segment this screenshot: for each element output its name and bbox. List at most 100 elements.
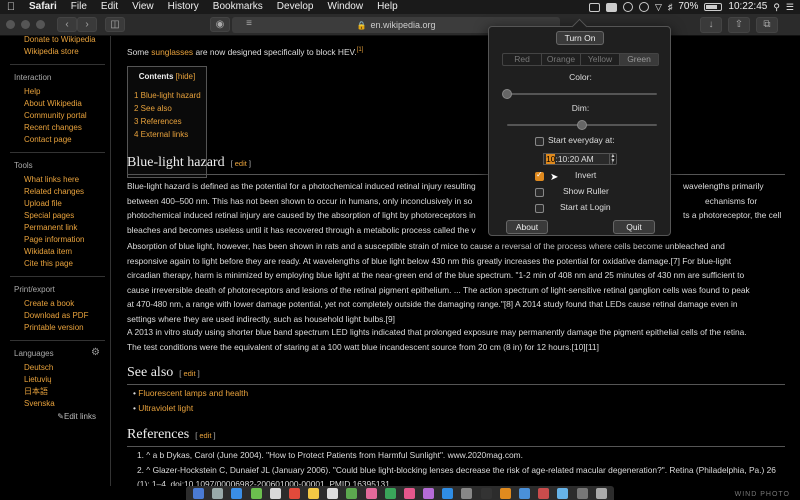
menu-help[interactable]: Help xyxy=(370,0,405,14)
color-orange[interactable]: Orange xyxy=(542,54,581,65)
finder-icon[interactable] xyxy=(193,487,205,499)
notes-icon[interactable] xyxy=(308,487,320,499)
color-yellow[interactable]: Yellow xyxy=(581,54,620,65)
tabs-button[interactable]: ⧉ xyxy=(756,17,778,33)
link-ultraviolet[interactable]: Ultraviolet light xyxy=(138,403,193,413)
sidebar-lang-deutsch[interactable]: Deutsch xyxy=(24,362,110,374)
color-slider-knob[interactable] xyxy=(502,89,512,99)
sidebar-link-about[interactable]: About Wikipedia xyxy=(24,98,110,110)
menu-history[interactable]: History xyxy=(161,0,206,14)
reference-item[interactable]: (1): 1–4. doi:10.1097/00006982-200601000… xyxy=(137,477,797,486)
edit-links[interactable]: ✎Edit links xyxy=(0,412,110,421)
sidebar-link-permanent[interactable]: Permanent link xyxy=(24,222,110,234)
menu-window[interactable]: Window xyxy=(321,0,371,14)
menu-view[interactable]: View xyxy=(125,0,161,14)
sidebar-link-contact[interactable]: Contact page xyxy=(24,134,110,146)
launchpad-icon[interactable] xyxy=(212,487,224,499)
reference-item[interactable]: 1. ^ a b Dykas, Carol (June 2004). "How … xyxy=(137,448,797,463)
sidebar-link-cite[interactable]: Cite this page xyxy=(24,258,110,270)
sidebar-link-wikidata[interactable]: Wikidata item xyxy=(24,246,110,258)
app-icon[interactable] xyxy=(538,487,550,499)
back-button[interactable]: ‹ xyxy=(57,17,77,32)
show-ruller-checkbox[interactable] xyxy=(535,188,544,197)
settings-icon[interactable] xyxy=(461,487,473,499)
invert-checkbox[interactable] xyxy=(535,170,544,181)
toc-item-2[interactable]: 2 See also xyxy=(134,102,200,115)
photos-icon[interactable] xyxy=(365,487,377,499)
menu-safari[interactable]: Safari xyxy=(22,0,64,14)
music-icon[interactable] xyxy=(403,487,415,499)
quit-button[interactable]: Quit xyxy=(613,220,655,234)
reference-item[interactable]: 2. ^ Glazer-Hockstein C, Dunaief JL (Jan… xyxy=(137,463,797,478)
start-everyday-checkbox[interactable] xyxy=(535,137,544,146)
sidebar-link-printable[interactable]: Printable version xyxy=(24,322,110,334)
xcode-icon[interactable] xyxy=(519,487,530,499)
start-login-checkbox[interactable] xyxy=(535,204,544,213)
toc-item-4[interactable]: 4 External links xyxy=(134,128,200,141)
downloads-stack-icon[interactable] xyxy=(576,487,588,499)
toc-item-1[interactable]: 1 Blue-light hazard xyxy=(134,89,201,102)
safari-icon[interactable] xyxy=(231,487,243,499)
status-check-icon[interactable] xyxy=(622,2,633,12)
menu-develop[interactable]: Develop xyxy=(270,0,321,14)
downloads-button[interactable]: ↓ xyxy=(700,17,722,33)
wifi-icon[interactable]: ▽ xyxy=(655,0,662,14)
privacy-icon[interactable]: ◉ xyxy=(210,17,230,32)
trash-icon[interactable] xyxy=(595,487,607,499)
apple-icon[interactable]:  xyxy=(0,0,22,14)
start-time-field[interactable]: 10:10:20 AM xyxy=(543,153,613,165)
appstore-icon[interactable] xyxy=(442,487,454,499)
reminders-icon[interactable] xyxy=(327,487,339,499)
sidebar-link-upload[interactable]: Upload file xyxy=(24,198,110,210)
calendar-icon[interactable] xyxy=(288,487,300,499)
sidebar-link-related[interactable]: Related changes xyxy=(24,186,110,198)
sidebar-link-special[interactable]: Special pages xyxy=(24,210,110,222)
menu-bookmarks[interactable]: Bookmarks xyxy=(206,0,270,14)
zoom-window-icon[interactable] xyxy=(36,20,45,29)
sidebar-link-pdf[interactable]: Download as PDF xyxy=(24,310,110,322)
time-stepper[interactable]: ▲ ▼ xyxy=(609,153,617,165)
reader-icon[interactable]: ≡ xyxy=(242,17,256,33)
podcasts-icon[interactable] xyxy=(423,487,435,499)
turn-on-button[interactable]: Turn On xyxy=(556,31,604,45)
sidebar-link-community[interactable]: Community portal xyxy=(24,110,110,122)
notification-center-icon[interactable]: ☰ xyxy=(786,0,794,14)
contacts-icon[interactable] xyxy=(269,487,281,499)
sidebar-link-recent[interactable]: Recent changes xyxy=(24,122,110,134)
sidebar-link-pageinfo[interactable]: Page information xyxy=(24,234,110,246)
menu-edit[interactable]: Edit xyxy=(94,0,125,14)
edit-section-link[interactable]: [ edit ] xyxy=(179,369,199,378)
color-red[interactable]: Red xyxy=(503,54,542,65)
menu-file[interactable]: File xyxy=(64,0,94,14)
terminal-icon[interactable] xyxy=(480,487,492,499)
sidebar-link-store[interactable]: Wikipedia store xyxy=(24,46,110,58)
app-icon[interactable] xyxy=(557,487,569,499)
sidebar-link-book[interactable]: Create a book xyxy=(24,298,110,310)
sidebar-lang-japanese[interactable]: 日本語 xyxy=(24,386,110,398)
sidebar-toggle-button[interactable]: ◫ xyxy=(105,17,125,32)
screen-tint-icon[interactable] xyxy=(605,2,617,12)
status-clock-icon[interactable] xyxy=(638,2,649,12)
facetime-icon[interactable] xyxy=(384,487,396,499)
about-button[interactable]: About xyxy=(506,220,548,234)
link-fluorescent[interactable]: Fluorescent lamps and health xyxy=(138,388,248,398)
ref-1[interactable]: [1] xyxy=(357,47,364,53)
status-app-icon[interactable] xyxy=(588,2,600,12)
sidebar-link-help[interactable]: Help xyxy=(24,86,110,98)
sidebar-lang-svenska[interactable]: Svenska xyxy=(24,398,110,410)
dim-slider-knob[interactable] xyxy=(577,120,587,130)
toc-hide-link[interactable]: [hide] xyxy=(176,72,196,81)
close-window-icon[interactable] xyxy=(6,20,15,29)
battery-icon[interactable] xyxy=(704,3,723,11)
share-button[interactable]: ⇧ xyxy=(728,17,750,33)
gear-icon[interactable]: ⚙ xyxy=(91,347,100,358)
sidebar-link-whatlinks[interactable]: What links here xyxy=(24,174,110,186)
forward-button[interactable]: › xyxy=(77,17,97,32)
volume-icon[interactable]: ♯ xyxy=(668,0,673,14)
spotlight-icon[interactable]: ⚲ xyxy=(773,0,780,14)
messages-icon[interactable] xyxy=(250,487,262,499)
minimize-window-icon[interactable] xyxy=(21,20,30,29)
clock[interactable]: 10:22:45 xyxy=(728,0,767,14)
edit-section-link[interactable]: [ edit ] xyxy=(195,431,215,440)
link-sunglasses[interactable]: sunglasses xyxy=(151,47,193,57)
